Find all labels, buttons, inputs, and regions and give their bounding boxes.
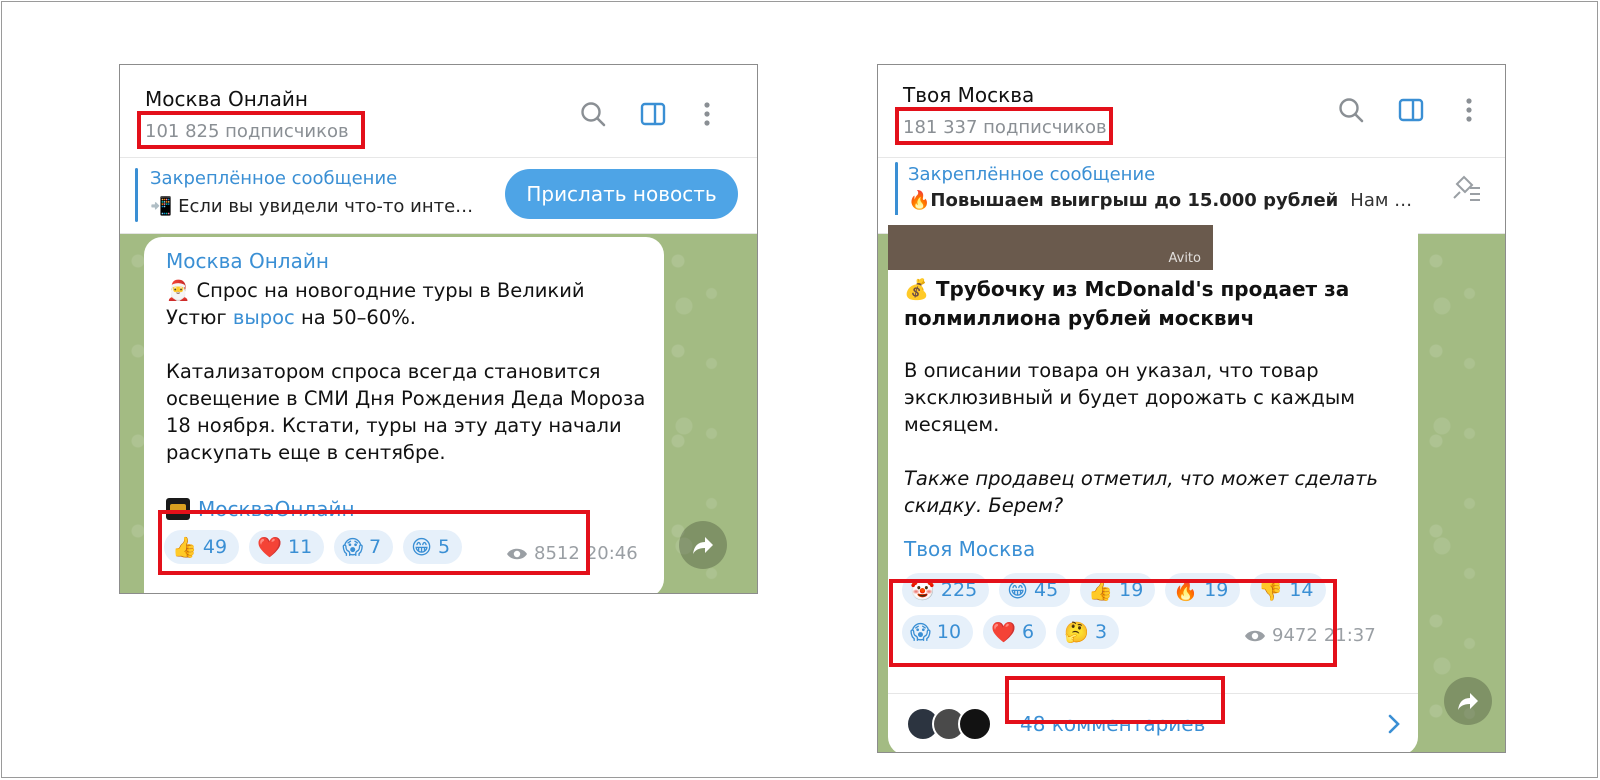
channel-title[interactable]: Твоя Москва [903, 83, 1034, 107]
pinned-accent-line [135, 168, 138, 222]
forward-icon [1458, 693, 1478, 710]
reactions-highlight-box [889, 579, 1337, 667]
pin-list-icon[interactable] [1448, 172, 1482, 206]
sidebar-toggle-icon[interactable] [636, 97, 670, 131]
pinned-tail: Нам … [1350, 190, 1413, 211]
pinned-accent-line [895, 162, 898, 216]
channel-panel-tvoya-moskva: Твоя Москва 181 337 подписчиков Закреплё… [877, 64, 1506, 753]
channel-signature[interactable]: Твоя Москва [904, 537, 1035, 561]
commenter-avatars [906, 707, 992, 741]
pinned-text: 🔥Повышаем выигрыш до 15.000 рублей Нам … [908, 190, 1412, 211]
message-line-1-end: на 50–60%. [294, 306, 416, 329]
message-sender[interactable]: Москва Онлайн [166, 249, 329, 273]
comments-highlight-box [1005, 676, 1225, 724]
photo-watermark: Avito [1168, 251, 1202, 266]
message-text: 🎅 Спрос на новогодние туры в Великий Уст… [166, 277, 646, 493]
chevron-right-icon[interactable] [1386, 712, 1402, 740]
pinned-text: 📲 Если вы увидели что-то инте… [150, 196, 474, 217]
more-vertical-icon[interactable] [1452, 93, 1486, 127]
channel-title[interactable]: Москва Онлайн [145, 87, 308, 111]
more-vertical-icon[interactable] [690, 97, 724, 131]
search-icon[interactable] [576, 97, 610, 131]
forward-icon [693, 537, 713, 554]
pinned-message-bar[interactable]: Закреплённое сообщение 📲 Если вы увидели… [120, 158, 757, 234]
message-link[interactable]: вырос [233, 306, 295, 329]
sidebar-toggle-icon[interactable] [1394, 93, 1428, 127]
post-headline: 💰 Трубочку из McDonald's продает за полм… [904, 277, 1350, 330]
send-news-button[interactable]: Прислать новость [505, 169, 738, 219]
message-paragraph-2: Также продавец отметил, что может сделат… [904, 467, 1378, 517]
message-time: 20:46 [585, 543, 638, 564]
channel-panel-moskva-online: Москва Онлайн 101 825 подписчиков Закреп… [119, 64, 758, 594]
reactions-highlight-box [158, 510, 590, 575]
forward-button[interactable] [679, 521, 727, 569]
message-paragraph: Катализатором спроса всегда становится о… [166, 360, 646, 464]
message-paragraph-1: В описании товара он указал, что товар э… [904, 359, 1355, 436]
pinned-title: Закреплённое сообщение [150, 168, 398, 189]
subscriber-highlight-box [137, 111, 365, 149]
forward-button[interactable] [1444, 677, 1492, 725]
message-bubble[interactable]: Avito 💰 Трубочку из McDonald's продает з… [888, 215, 1418, 752]
message-text: В описании товара он указал, что товар э… [904, 357, 1394, 546]
post-photo[interactable]: Avito [888, 225, 1213, 270]
pinned-headline: 🔥Повышаем выигрыш до 15.000 рублей [908, 190, 1339, 211]
avatar [958, 707, 992, 741]
pinned-title: Закреплённое сообщение [908, 164, 1156, 185]
search-icon[interactable] [1334, 93, 1368, 127]
subscriber-highlight-box [895, 107, 1113, 145]
